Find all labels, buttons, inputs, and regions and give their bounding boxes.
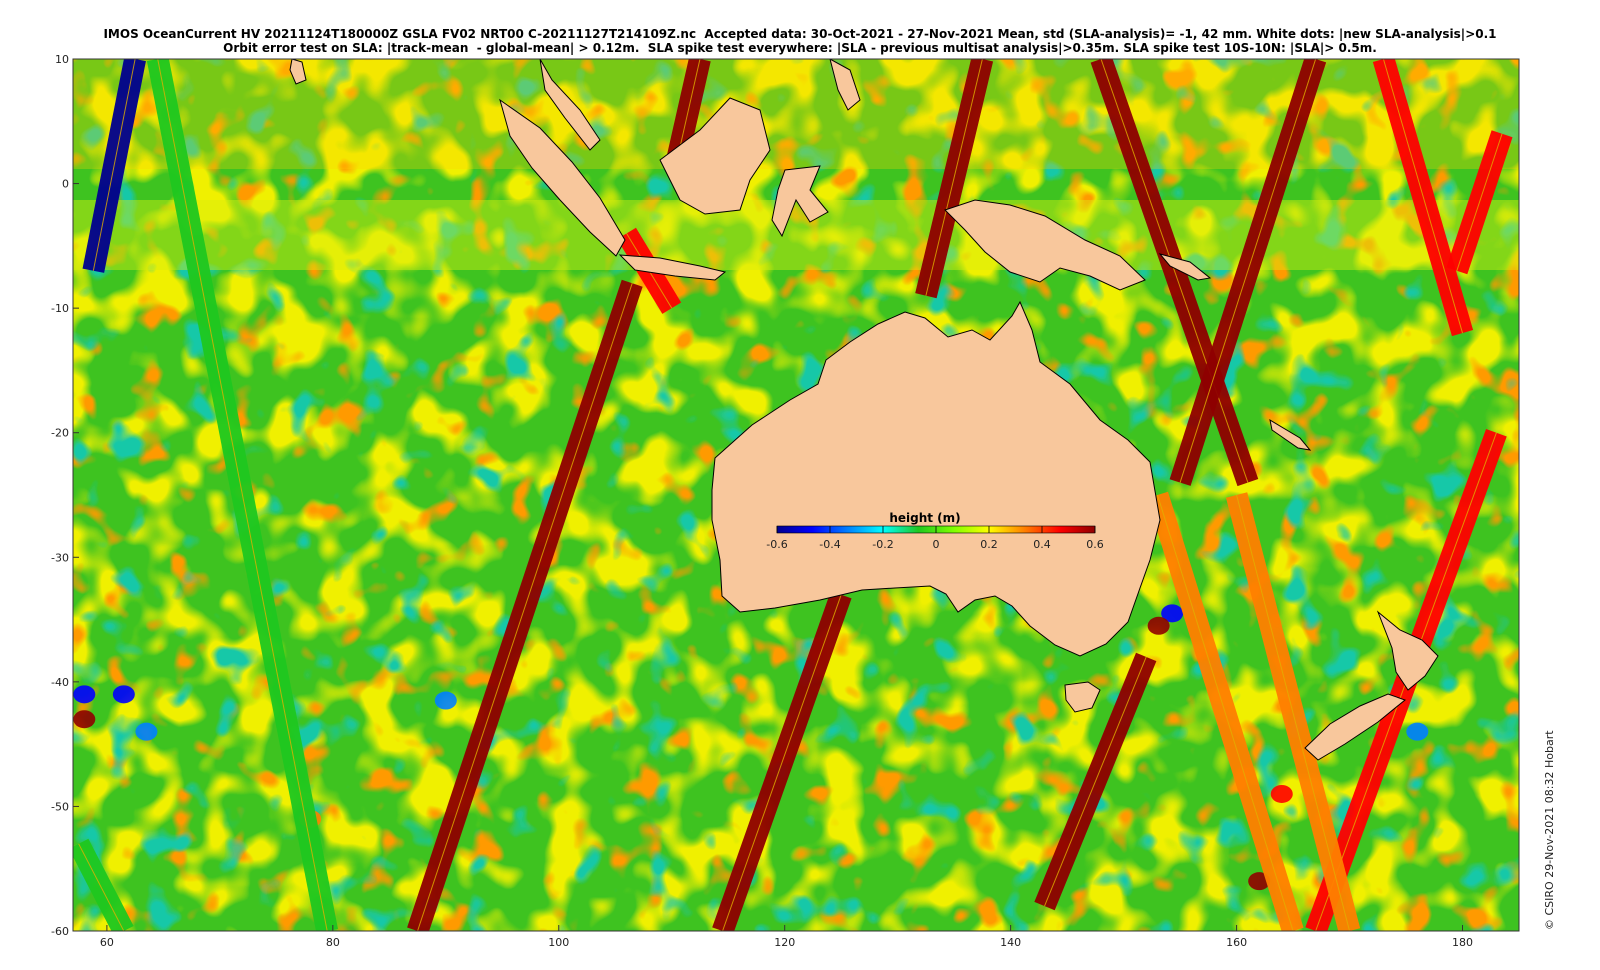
eddy-mark bbox=[73, 685, 96, 704]
y-tick-label: -10 bbox=[51, 302, 69, 315]
eddy-mark bbox=[1406, 722, 1429, 741]
y-tick-label: -30 bbox=[51, 551, 69, 564]
y-tick-label: 10 bbox=[55, 53, 69, 66]
x-tick-label: 100 bbox=[548, 936, 569, 949]
x-tick-label: 160 bbox=[1226, 936, 1247, 949]
colorbar-label: height (m) bbox=[889, 511, 960, 525]
x-tick-label: 180 bbox=[1452, 936, 1473, 949]
colorbar-tick-label: 0.6 bbox=[1086, 538, 1104, 551]
x-tick-label: 80 bbox=[326, 936, 340, 949]
colorbar-tick-label: 0.4 bbox=[1033, 538, 1051, 551]
equatorial-band bbox=[73, 200, 1519, 270]
colorbar-tick-label: 0.2 bbox=[980, 538, 998, 551]
x-tick-label: 60 bbox=[100, 936, 114, 949]
colorbar-tick-label: -0.2 bbox=[872, 538, 893, 551]
y-tick-label: -60 bbox=[51, 925, 69, 938]
eddy-mark bbox=[434, 691, 457, 710]
y-tick-label: -20 bbox=[51, 427, 69, 440]
y-tick-label: -40 bbox=[51, 676, 69, 689]
eddy-mark bbox=[112, 685, 135, 704]
copyright-notice: © CSIRO 29-Nov-2021 08:32 Hobart bbox=[1543, 730, 1556, 930]
eddy-mark bbox=[1147, 616, 1170, 635]
sla-map: height (m) -0.6 -0.4 -0.2 0 0.2 0.4 0.6 60 80 10… bbox=[51, 53, 1520, 949]
x-tick-label: 120 bbox=[774, 936, 795, 949]
eddy-mark bbox=[1270, 784, 1293, 803]
colorbar-tick-label: -0.6 bbox=[766, 538, 787, 551]
x-tick-label: 140 bbox=[1000, 936, 1021, 949]
colorbar-tick-label: -0.4 bbox=[819, 538, 840, 551]
plot-area: height (m) -0.6 -0.4 -0.2 0 0.2 0.4 0.6 bbox=[73, 59, 1519, 931]
colorbar-tick-label: 0 bbox=[933, 538, 940, 551]
y-tick-label: -50 bbox=[51, 800, 69, 813]
eddy-mark bbox=[135, 722, 158, 741]
eddy-mark bbox=[73, 710, 96, 729]
y-tick-label: 0 bbox=[62, 178, 69, 191]
